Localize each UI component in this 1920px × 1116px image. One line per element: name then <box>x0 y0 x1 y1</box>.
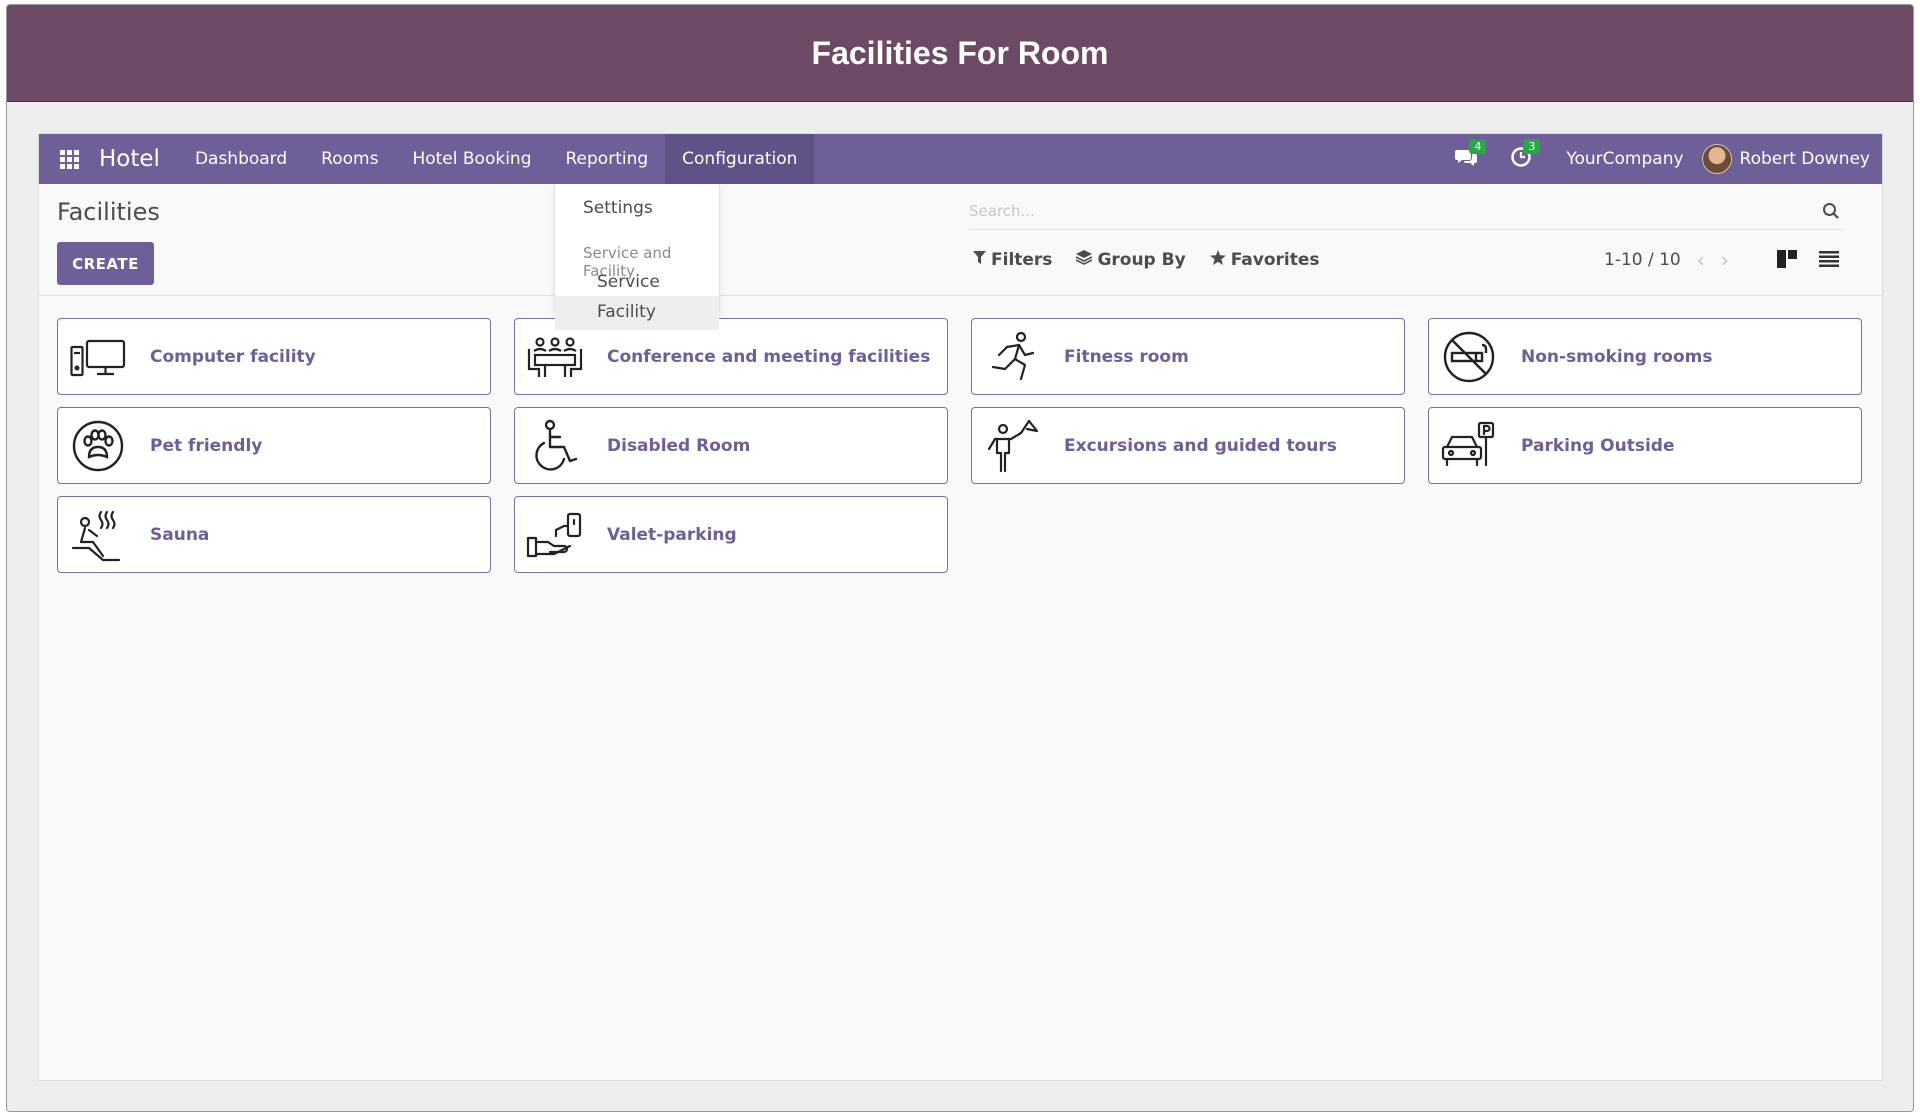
group-by-toggle[interactable]: Group By <box>1076 250 1186 270</box>
facility-name: Non-smoking rooms <box>1521 346 1713 367</box>
activities-button[interactable]: 3 <box>1494 134 1548 184</box>
sauna-icon <box>68 505 128 565</box>
facility-card[interactable]: Non-smoking rooms <box>1428 318 1862 395</box>
search-icon[interactable] <box>1819 199 1843 223</box>
window-frame: Facilities For Room Hotel Dashboard Room… <box>6 4 1914 1112</box>
group-by-label: Group By <box>1097 250 1186 270</box>
create-button[interactable]: CREATE <box>57 242 154 285</box>
facility-card[interactable]: Computer facility <box>57 318 491 395</box>
parking-car-icon <box>1439 416 1499 476</box>
filters-label: Filters <box>991 250 1053 270</box>
paw-icon <box>68 416 128 476</box>
tour-guide-flag-icon <box>982 416 1042 476</box>
wheelchair-icon <box>525 416 585 476</box>
odoo-app: Hotel Dashboard Rooms Hotel Booking Repo… <box>38 133 1883 1081</box>
facility-card[interactable]: Disabled Room <box>514 407 948 484</box>
pager: 1-10 / 10 ‹ › <box>1604 250 1729 270</box>
title-banner: Facilities For Room <box>7 5 1913 102</box>
favorites-label: Favorites <box>1230 250 1320 270</box>
facility-card[interactable]: Pet friendly <box>57 407 491 484</box>
computer-icon <box>68 327 128 387</box>
facility-name: Computer facility <box>150 346 316 367</box>
meeting-icon <box>525 327 585 387</box>
star-icon <box>1209 250 1226 270</box>
chevron-right-icon[interactable]: › <box>1721 250 1729 270</box>
apps-menu-icon[interactable] <box>39 134 99 184</box>
facility-name: Valet-parking <box>607 524 737 545</box>
search-options: Filters Group By Favorites <box>973 250 1320 270</box>
menu-configuration[interactable]: Configuration <box>665 134 815 184</box>
filter-funnel-icon <box>973 250 986 270</box>
kanban-view-icon[interactable] <box>1777 250 1797 272</box>
facility-name: Fitness room <box>1064 346 1189 367</box>
dropdown-item-service[interactable]: Service <box>555 272 719 292</box>
banner-title: Facilities For Room <box>811 34 1109 71</box>
page-title: Facilities <box>57 198 160 226</box>
main-navbar: Hotel Dashboard Rooms Hotel Booking Repo… <box>39 134 1882 184</box>
facility-name: Conference and meeting facilities <box>607 346 931 367</box>
app-brand[interactable]: Hotel <box>99 146 160 172</box>
menu-hotel-booking[interactable]: Hotel Booking <box>395 134 548 184</box>
user-menu[interactable]: Robert Downey <box>1701 144 1882 174</box>
view-switcher <box>1777 250 1839 272</box>
facility-card[interactable]: Sauna <box>57 496 491 573</box>
facility-name: Sauna <box>150 524 210 545</box>
running-person-icon <box>982 327 1042 387</box>
layers-icon <box>1076 250 1093 270</box>
filters-toggle[interactable]: Filters <box>973 250 1052 270</box>
facility-card[interactable]: Parking Outside <box>1428 407 1862 484</box>
messages-button[interactable]: 4 <box>1440 134 1494 184</box>
search-bar <box>969 192 1843 230</box>
avatar <box>1701 144 1732 174</box>
facility-name: Disabled Room <box>607 435 751 456</box>
no-smoking-icon <box>1439 327 1499 387</box>
dropdown-item-facility[interactable]: Facility <box>555 296 719 330</box>
messages-count-badge: 4 <box>1469 139 1487 154</box>
facilities-kanban: Computer facility Conference and meeting… <box>57 318 1862 573</box>
facility-name: Pet friendly <box>150 435 263 456</box>
configuration-dropdown: Settings Service and Facility Service Fa… <box>554 184 720 330</box>
chevron-left-icon[interactable]: ‹ <box>1697 250 1705 270</box>
pager-value[interactable]: 1-10 / 10 <box>1604 250 1681 270</box>
menu-rooms[interactable]: Rooms <box>304 134 395 184</box>
favorites-toggle[interactable]: Favorites <box>1209 250 1320 270</box>
valet-key-hand-icon <box>525 505 585 565</box>
facility-name: Excursions and guided tours <box>1064 435 1337 456</box>
search-input[interactable] <box>969 201 1819 220</box>
facility-card[interactable]: Valet-parking <box>514 496 948 573</box>
facility-card[interactable]: Excursions and guided tours <box>971 407 1405 484</box>
activities-count-badge: 3 <box>1523 139 1541 154</box>
list-view-icon[interactable] <box>1819 251 1839 271</box>
facility-name: Parking Outside <box>1521 435 1675 456</box>
dropdown-item-settings[interactable]: Settings <box>555 198 719 218</box>
user-name: Robert Downey <box>1739 149 1870 169</box>
menu-dashboard[interactable]: Dashboard <box>178 134 304 184</box>
control-panel: Facilities CREATE Filters Group By <box>39 184 1882 296</box>
menu-reporting[interactable]: Reporting <box>549 134 666 184</box>
company-switcher[interactable]: YourCompany <box>1548 149 1701 169</box>
facility-card[interactable]: Fitness room <box>971 318 1405 395</box>
